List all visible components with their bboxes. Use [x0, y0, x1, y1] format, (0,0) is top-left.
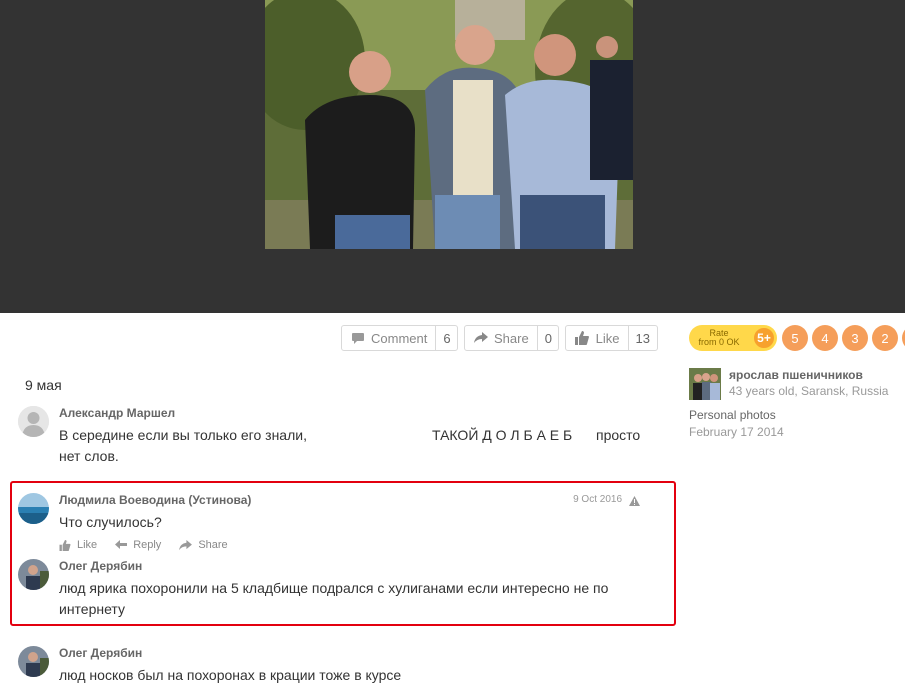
comment-text-line2: интернету — [59, 601, 126, 617]
comment-like-label: Like — [77, 539, 98, 551]
comment-item: Александр Маршел В середине если вы толь… — [18, 406, 658, 466]
comment-time[interactable]: 9 Oct 2016 — [573, 494, 622, 505]
comment-author[interactable]: Олег Дерябин — [59, 559, 142, 573]
share-arrow-icon — [474, 330, 488, 346]
comment-text: люд носков был на похоронах в крации тож… — [59, 667, 402, 683]
thumbs-up-icon — [575, 330, 590, 346]
comment-item: Людмила Воеводина (Устинова) 9 Oct 2016 … — [18, 493, 658, 553]
comment-item: Олег Дерябин люд носков был на похоронах… — [18, 646, 658, 691]
avatar[interactable] — [18, 406, 49, 437]
rate-2-button[interactable]: 2 — [872, 325, 898, 351]
comment-icon — [351, 330, 365, 346]
photo-viewer — [0, 0, 905, 313]
comment-author[interactable]: Олег Дерябин — [59, 646, 142, 660]
rating-title-line2: from 0 OK — [698, 337, 740, 347]
comment-text: Что случилось? — [59, 514, 162, 530]
rating-title: Rate from 0 OK — [689, 329, 749, 347]
comment-text-line1: В середине если вы только его знали, ТАК… — [59, 425, 640, 446]
comment-reply-action[interactable]: Reply — [115, 539, 161, 551]
comment-actions: Like Reply Share — [59, 539, 246, 551]
rate-4-button[interactable]: 4 — [812, 325, 838, 351]
comment-count: 6 — [435, 326, 457, 350]
share-count: 0 — [536, 326, 559, 350]
comment-reply-label: Reply — [133, 539, 162, 551]
comment-share-action[interactable]: Share — [179, 539, 228, 551]
rate-3-button[interactable]: 3 — [842, 325, 868, 351]
comment-label: Comment — [371, 330, 428, 346]
comment-author[interactable]: Александр Маршел — [59, 406, 175, 420]
main-photo[interactable] — [265, 0, 633, 249]
owner-name[interactable]: ярослав пшеничников — [729, 368, 863, 382]
avatar[interactable] — [18, 646, 49, 677]
avatar[interactable] — [18, 493, 49, 524]
photo-date: February 17 2014 — [689, 425, 784, 439]
share-arrow-icon — [179, 539, 193, 550]
avatar[interactable] — [18, 559, 49, 590]
comment-text-line2: нет слов. — [59, 448, 119, 464]
comment-button[interactable]: Comment 6 — [341, 325, 458, 351]
comment-text-part: В середине если вы только его знали, — [59, 427, 307, 443]
share-button[interactable]: Share 0 — [464, 325, 559, 351]
album-link[interactable]: Personal photos — [689, 408, 776, 422]
photo-image — [265, 0, 633, 249]
thumbs-up-icon — [59, 539, 71, 551]
owner-info: 43 years old, Saransk, Russia — [729, 384, 889, 398]
photo-caption: 9 мая — [25, 377, 62, 393]
rate-5plus-button[interactable]: 5+ — [752, 326, 776, 350]
comment-author[interactable]: Людмила Воеводина (Устинова) — [59, 493, 251, 507]
comment-like-action[interactable]: Like — [59, 539, 97, 551]
like-button[interactable]: Like 13 — [565, 325, 658, 351]
comment-item: Олег Дерябин люд ярика похоронили на 5 к… — [18, 559, 658, 621]
owner-avatar[interactable] — [689, 368, 721, 400]
rating-widget: Rate from 0 OK 5+ — [689, 325, 777, 351]
share-label: Share — [494, 330, 529, 346]
comment-text-line1: люд ярика похоронили на 5 кладбище подра… — [59, 580, 609, 596]
comment-share-label: Share — [198, 539, 228, 551]
report-warning-icon[interactable] — [629, 493, 640, 506]
comment-text-part: ТАКОЙ Д О Л Б А Е Б — [432, 427, 573, 443]
rate-5-button[interactable]: 5 — [782, 325, 808, 351]
reply-arrow-icon — [115, 540, 128, 549]
like-count: 13 — [627, 326, 657, 350]
comment-text-part: просто — [596, 427, 641, 443]
like-label: Like — [595, 330, 620, 346]
